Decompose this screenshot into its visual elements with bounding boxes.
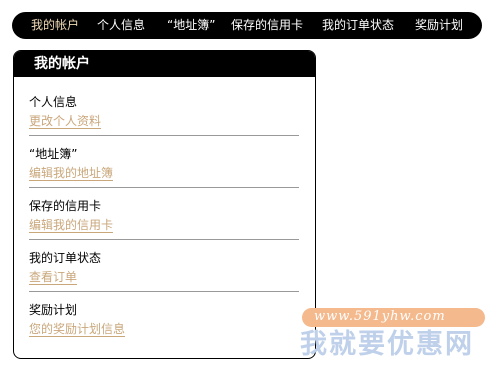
section-title: 我的订单状态 [29,251,102,265]
nav-item-saved-cards[interactable]: 保存的信用卡 [231,12,303,39]
section-title: 保存的信用卡 [29,199,102,213]
panel-title: 我的帐户 [34,56,90,72]
divider [29,239,299,240]
nav-item-personal-info[interactable]: 个人信息 [97,12,145,39]
view-orders-link[interactable]: 查看订单 [29,270,78,285]
section-order-status: 我的订单状态 查看订单 [29,250,299,285]
top-nav-bar: 我的帐户 个人信息 “地址簿” 保存的信用卡 我的订单状态 奖励计划 [12,12,482,39]
nav-item-order-status[interactable]: 我的订单状态 [322,12,394,39]
nav-item-rewards[interactable]: 奖励计划 [415,12,463,39]
section-saved-cards: 保存的信用卡 编辑我的信用卡 [29,198,299,233]
account-panel: 我的帐户 个人信息 更改个人资料 “地址簿” 编辑我的地址簿 保存的信用卡 编辑… [13,50,316,359]
site-watermark: www.591yhw.com 我就要优惠网 [300,300,490,360]
panel-header: 我的帐户 [14,51,315,77]
section-title: “地址簿” [29,147,78,161]
divider [29,187,299,188]
section-address-book: “地址簿” 编辑我的地址簿 [29,146,299,181]
nav-item-address-book[interactable]: “地址簿” [167,12,215,39]
edit-address-book-link[interactable]: 编辑我的地址簿 [29,166,114,181]
edit-cards-link[interactable]: 编辑我的信用卡 [29,218,114,233]
section-title: 奖励计划 [29,303,78,317]
section-rewards: 奖励计划 您的奖励计划信息 [29,302,299,337]
divider [29,135,299,136]
divider [29,291,299,292]
watermark-url: www.591yhw.com [314,309,446,324]
section-personal-info: 个人信息 更改个人资料 [29,94,299,129]
rewards-info-link[interactable]: 您的奖励计划信息 [29,322,126,337]
nav-item-my-account[interactable]: 我的帐户 [31,12,79,39]
watermark-text: 我就要优惠网 [300,329,474,360]
section-title: 个人信息 [29,95,78,109]
edit-profile-link[interactable]: 更改个人资料 [29,114,102,129]
